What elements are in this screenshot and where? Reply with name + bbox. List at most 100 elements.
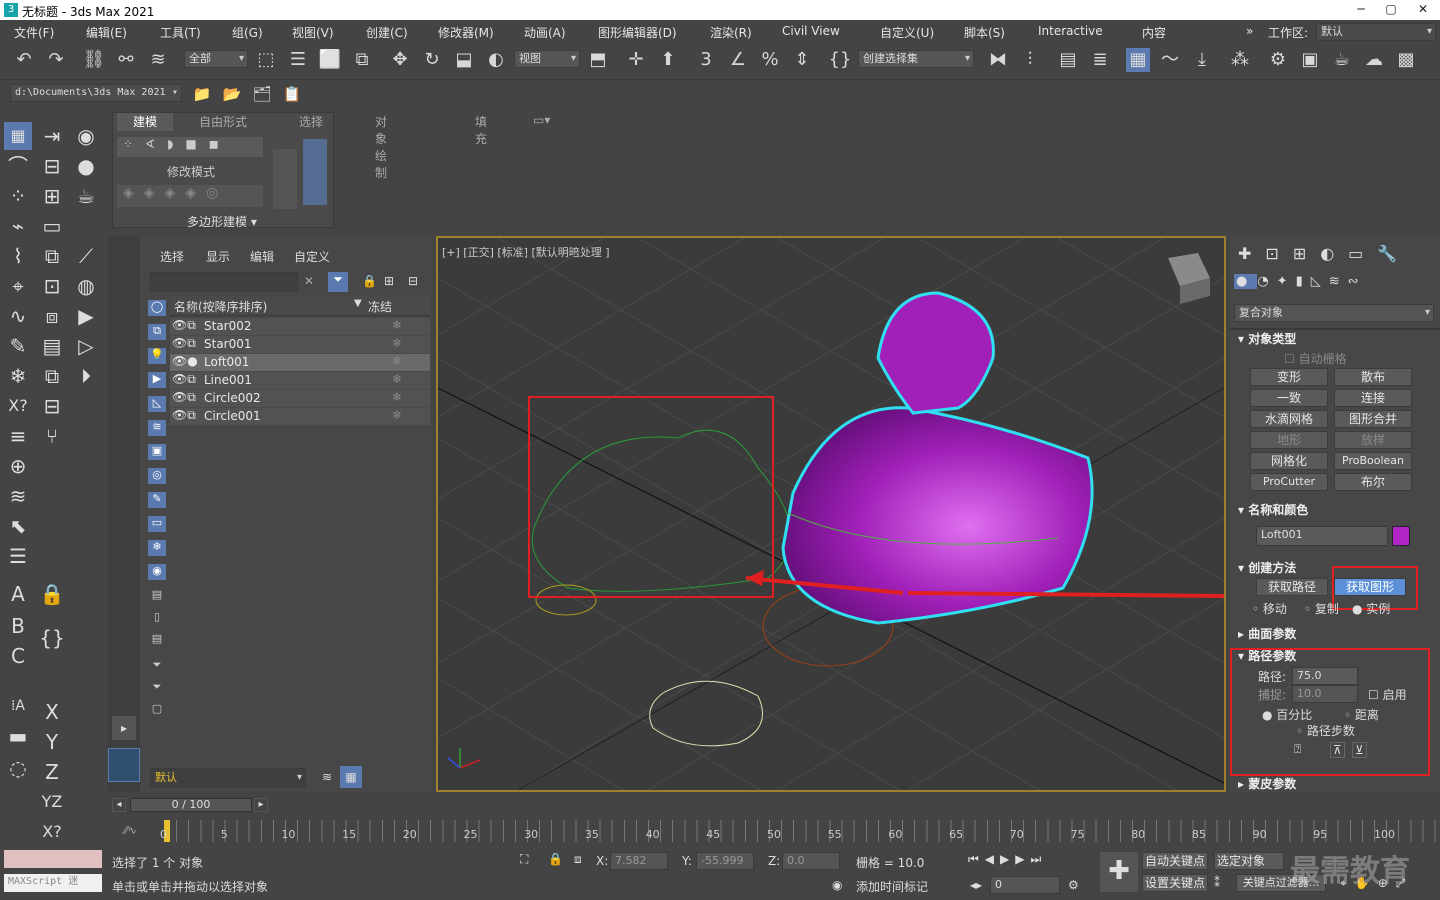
copy-radio[interactable]: ◦ 复制	[1304, 600, 1339, 617]
menu-views[interactable]: 视图(V)	[292, 24, 334, 41]
selected-objects-dropdown[interactable]: 选定对象	[1214, 852, 1284, 870]
maxscript-input[interactable]: MAXScript 迷	[4, 874, 102, 892]
add-time-tag-icon[interactable]: ◉	[832, 878, 842, 892]
scene-search-input[interactable]	[150, 272, 298, 292]
freeze-icon[interactable]: ❄	[392, 336, 402, 350]
layer-stack-icon[interactable]: ☰	[4, 542, 32, 570]
rect-selection-icon[interactable]: ⬜	[318, 48, 342, 72]
percent-snap-icon[interactable]: %	[758, 48, 782, 72]
menu-interactive[interactable]: Interactive	[1038, 24, 1103, 38]
morph-button[interactable]: 变形	[1250, 368, 1328, 386]
container-filter-icon[interactable]: ▭	[148, 516, 166, 532]
material-editor-icon[interactable]: ⁂	[1228, 48, 1252, 72]
play-icon[interactable]: ▷	[72, 332, 100, 360]
spline-icon[interactable]: ∿	[4, 302, 32, 330]
panel-tabs[interactable]: ✚⊡⊞◐▭🔧	[1234, 244, 1434, 268]
project-folder-icon[interactable]: 📋	[280, 82, 304, 106]
close-button[interactable]: ✕	[1408, 0, 1438, 20]
terrain-button[interactable]: 地形	[1250, 431, 1328, 449]
project-settings-icon[interactable]: 🗂	[250, 82, 274, 106]
text-b-icon[interactable]: B	[4, 612, 32, 640]
eye-icon[interactable]: 👁●	[172, 354, 198, 368]
note-filter-icon[interactable]: ▤	[148, 632, 166, 648]
menu-edit[interactable]: 编辑(E)	[86, 24, 127, 41]
pivot-center-icon[interactable]: ⬒	[586, 48, 610, 72]
snowflake-icon[interactable]: ❄	[4, 362, 32, 390]
snap-toggle-icon[interactable]: 3	[694, 48, 718, 72]
curve-editor-icon[interactable]: 〜	[1158, 48, 1182, 72]
freeze-icon[interactable]: ❄	[392, 372, 402, 386]
edit-named-sets-icon[interactable]: {}	[828, 48, 852, 72]
eye-icon[interactable]: 👁⧉	[172, 318, 196, 333]
table-icon[interactable]: ⊟	[38, 152, 66, 180]
video-icon[interactable]: ⏵	[72, 362, 100, 390]
maxscript-listener[interactable]	[4, 850, 102, 868]
tab-object-paint[interactable]: 对象绘制	[375, 113, 387, 181]
menu-content[interactable]: 内容	[1142, 24, 1166, 41]
rollout-creation-method[interactable]: ▾ 创建方法	[1238, 559, 1296, 576]
braces-icon[interactable]: {}	[38, 624, 66, 652]
hierarchy-icon[interactable]: ⑂	[38, 422, 66, 450]
category-dropdown[interactable]: 复合对象	[1234, 304, 1434, 322]
ruler-icon[interactable]: ▬	[4, 722, 32, 750]
absolute-mode-icon[interactable]: ⧈	[574, 852, 582, 867]
clone-icon[interactable]: ⧈	[38, 302, 66, 330]
select-by-name-icon[interactable]: ☰	[286, 48, 310, 72]
menu-tools[interactable]: 工具(T)	[160, 24, 201, 41]
dotted-circle-icon[interactable]: ◌	[4, 754, 32, 782]
lock-icon[interactable]: 🔒	[38, 580, 66, 608]
named-selection-dropdown[interactable]: 创建选择集	[858, 50, 974, 68]
eye-icon[interactable]: 👁⧉	[172, 390, 196, 405]
selection-filter-dropdown[interactable]: 全部	[184, 50, 248, 68]
pen-icon[interactable]: ✎	[4, 332, 32, 360]
list-icon[interactable]: ≡	[4, 422, 32, 450]
grid-a-icon[interactable]: ⁞A	[4, 692, 32, 720]
keyboard-shortcut-icon[interactable]: ⬆	[656, 48, 680, 72]
rollout-name-color[interactable]: ▾ 名称和颜色	[1238, 501, 1308, 518]
window-icon[interactable]: ▭	[38, 212, 66, 240]
grid-icon[interactable]: ▩	[1394, 48, 1418, 72]
menu-scripting[interactable]: 脚本(S)	[964, 24, 1005, 41]
blobmesh-button[interactable]: 水滴网格	[1250, 410, 1328, 428]
toggle-ribbon-icon[interactable]: ▦	[1126, 48, 1150, 72]
ribbon-options-icon[interactable]: ▭▾	[533, 113, 550, 127]
shapes-icon[interactable]: ●	[72, 152, 100, 180]
viewport-thumb[interactable]	[108, 748, 140, 782]
import-icon[interactable]: ⇥	[38, 122, 66, 150]
add-time-tag[interactable]: 添加时间标记	[856, 878, 928, 895]
rollout-object-type[interactable]: ▾ 对象类型	[1238, 330, 1296, 347]
add-layer-icon[interactable]: ⊕	[4, 452, 32, 480]
angle-snap-icon[interactable]: ∠	[726, 48, 750, 72]
rotate-icon[interactable]: ↻	[420, 48, 444, 72]
undo-icon[interactable]: ↶	[12, 48, 36, 72]
poly-modeling-dropdown[interactable]: 多边形建模 ▾	[187, 213, 257, 230]
unlink-tool-icon[interactable]: ⌇	[4, 242, 32, 270]
eye-icon[interactable]: 👁⧉	[172, 336, 196, 351]
y-coord[interactable]: -55.999	[696, 852, 754, 870]
scene-item-star001[interactable]: 👁⧉ Star001 ❄	[170, 336, 430, 354]
mirror-icon[interactable]: ⧓	[986, 48, 1010, 72]
eye-icon[interactable]: 👁⧉	[172, 372, 196, 387]
get-path-button[interactable]: 获取路径	[1256, 578, 1328, 596]
menu-file[interactable]: 文件(F)	[14, 24, 54, 41]
scene-item-line001[interactable]: 👁⧉ Line001 ❄	[170, 372, 430, 390]
instance-radio[interactable]: ● 实例	[1352, 600, 1390, 617]
time-config-icon[interactable]: ⚙	[1068, 878, 1079, 892]
object-name-input[interactable]: Loft001	[1256, 526, 1388, 546]
clear-search-icon[interactable]: ✕	[304, 274, 314, 288]
minimize-button[interactable]: ─	[1346, 0, 1376, 20]
time-slider[interactable]: 0 / 100	[130, 798, 252, 812]
filter-icon[interactable]: ⏷	[328, 272, 348, 292]
lasso-icon[interactable]: ⌒	[4, 152, 32, 180]
xref-filter-icon[interactable]: ◎	[148, 468, 166, 484]
set-key-button[interactable]: 设置关键点	[1142, 874, 1208, 892]
loft-button[interactable]: 放样	[1334, 431, 1412, 449]
boolean-button[interactable]: 布尔	[1334, 473, 1412, 491]
render-icon[interactable]: ☕	[1330, 48, 1354, 72]
spinner-snap-icon[interactable]: ⇕	[790, 48, 814, 72]
create-project-icon[interactable]: 📁	[190, 82, 214, 106]
bone-filter-icon[interactable]: ✎	[148, 492, 166, 508]
layer-dropdown[interactable]: 默认	[150, 768, 306, 788]
menu-create[interactable]: 创建(C)	[366, 24, 408, 41]
x-coord[interactable]: 7.582	[610, 852, 668, 870]
